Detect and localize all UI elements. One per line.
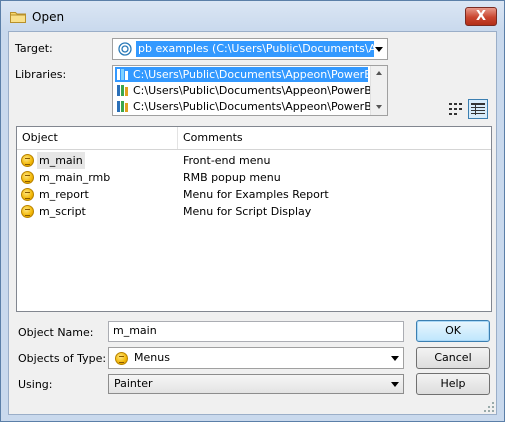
object-name-cell: m_main_rmb: [39, 171, 111, 184]
scroll-up-icon[interactable]: [376, 71, 382, 75]
library-item[interactable]: C:\Users\Public\Documents\Appeon\PowerBu…: [115, 83, 387, 98]
libraries-scrollbar[interactable]: [370, 66, 387, 115]
ok-button[interactable]: OK: [416, 320, 490, 342]
target-icon: [118, 42, 132, 56]
scroll-down-icon[interactable]: [376, 105, 382, 109]
target-select[interactable]: pb examples (C:\Users\Public\Documents\A…: [112, 38, 388, 60]
open-dialog: Open X Target: pb examples (C:\Users\Pub…: [0, 0, 505, 422]
table-row[interactable]: m_report Menu for Examples Report: [17, 186, 491, 203]
table-row[interactable]: m_main Front-end menu: [17, 152, 491, 169]
libraries-list[interactable]: C:\Users\Public\Documents\Appeon\PowerBu…: [112, 65, 388, 116]
comment-cell: RMB popup menu: [183, 171, 281, 184]
library-icon: [117, 69, 128, 80]
details-view-button[interactable]: [468, 99, 488, 119]
library-item[interactable]: C:\Users\Public\Documents\Appeon\PowerBu…: [115, 67, 387, 82]
comment-cell: Menu for Script Display: [183, 205, 312, 218]
menu-icon: [21, 188, 34, 201]
target-value: pb examples (C:\Users\Public\Documents\A…: [136, 41, 374, 57]
dialog-body: Target: pb examples (C:\Users\Public\Doc…: [8, 31, 497, 415]
library-icon: [117, 101, 128, 112]
column-header-object[interactable]: Object: [17, 127, 178, 149]
objects-of-type-select[interactable]: Menus: [108, 347, 404, 369]
target-label: Target:: [15, 42, 53, 55]
folder-icon: [10, 12, 26, 23]
details-view-icon: [471, 103, 485, 115]
menu-icon: [21, 171, 34, 184]
list-view-button[interactable]: [446, 99, 466, 119]
objects-list[interactable]: Object Comments m_main Front-end menu m_…: [16, 126, 492, 312]
menu-icon: [21, 154, 34, 167]
objects-of-type-value: Menus: [134, 351, 170, 364]
chevron-down-icon[interactable]: [375, 47, 383, 52]
using-select[interactable]: Painter: [108, 374, 404, 394]
menu-icon: [115, 352, 128, 365]
chevron-down-icon[interactable]: [391, 382, 399, 387]
objects-of-type-label: Objects of Type:: [18, 352, 107, 365]
libraries-label: Libraries:: [15, 68, 67, 81]
comment-cell: Menu for Examples Report: [183, 188, 329, 201]
cancel-button[interactable]: Cancel: [416, 347, 490, 369]
menu-icon: [21, 205, 34, 218]
column-header-comments[interactable]: Comments: [178, 127, 492, 149]
object-name-input[interactable]: m_main: [108, 321, 404, 342]
library-icon: [117, 85, 128, 96]
library-item[interactable]: C:\Users\Public\Documents\Appeon\PowerBu…: [115, 99, 387, 114]
object-name-cell: m_main: [37, 152, 85, 169]
chevron-down-icon[interactable]: [391, 356, 399, 361]
close-icon: X: [475, 9, 487, 24]
object-name-cell: m_report: [39, 188, 89, 201]
object-name-cell: m_script: [39, 205, 86, 218]
title-bar[interactable]: Open X: [1, 1, 504, 31]
table-row[interactable]: m_main_rmb RMB popup menu: [17, 169, 491, 186]
table-row[interactable]: m_script Menu for Script Display: [17, 203, 491, 220]
list-view-icon: [449, 103, 462, 115]
resize-grip-icon[interactable]: [484, 402, 494, 412]
close-button[interactable]: X: [465, 7, 497, 26]
window-title: Open: [32, 10, 65, 24]
object-name-label: Object Name:: [18, 326, 94, 339]
comment-cell: Front-end menu: [183, 154, 271, 167]
objects-list-header: Object Comments: [17, 127, 491, 150]
help-button[interactable]: Help: [416, 373, 490, 395]
using-label: Using:: [18, 378, 53, 391]
using-value: Painter: [114, 377, 153, 390]
